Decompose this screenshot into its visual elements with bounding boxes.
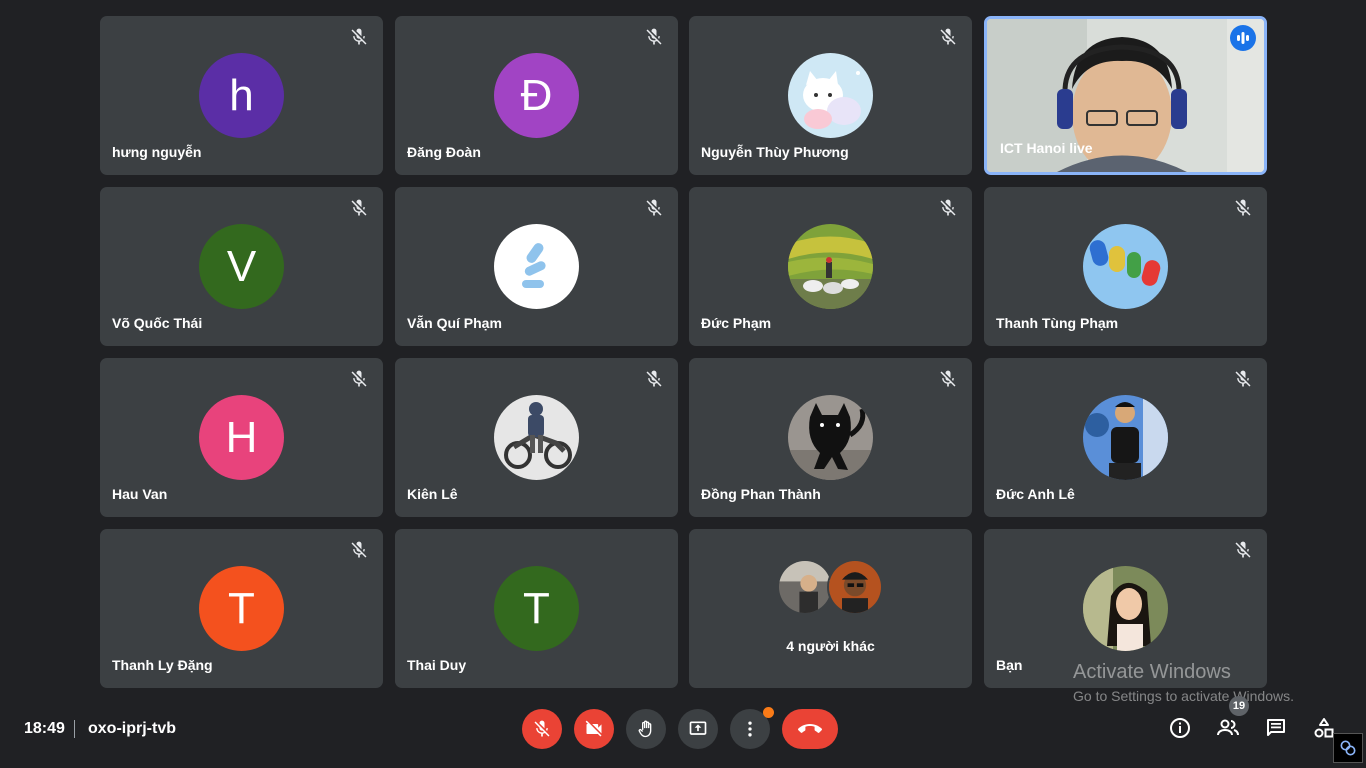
avatar [788,53,873,138]
meeting-toolbar: 18:49 oxo-iprj-tvb 19 [0,696,1366,768]
participant-name: Thanh Ly Đặng [112,657,213,673]
mic-off-icon [644,27,664,47]
avatar [494,224,579,309]
participant-tile[interactable]: Đức Anh Lê [984,358,1267,517]
participant-tile[interactable]: h hưng nguyễn [100,16,383,175]
participant-tile[interactable]: V Võ Quốc Thái [100,187,383,346]
participant-name: Đồng Phan Thành [701,486,821,502]
participant-name: Vẵn Quí Phạm [407,315,502,331]
present-screen-button[interactable] [678,709,718,749]
participant-name: Kiên Lê [407,486,458,502]
participant-name: Đức Phạm [701,315,772,331]
participant-tile[interactable]: H Hau Van [100,358,383,517]
call-end-icon [798,724,822,733]
avatar: T [494,566,579,651]
hand-icon [638,720,652,738]
camera-off-icon [585,720,602,737]
avatar [1083,566,1168,651]
people-icon [1217,719,1239,736]
mic-off-icon [349,540,369,560]
participant-tile[interactable]: Đồng Phan Thành [689,358,972,517]
clock: 18:49 [24,720,65,737]
mic-off-icon [644,369,664,389]
avatar [1083,224,1168,309]
participant-name: Thai Duy [407,657,467,673]
mic-toggle-button[interactable] [522,709,562,749]
taskbar-app-icon[interactable] [1333,733,1363,763]
participant-tile[interactable]: Vẵn Quí Phạm [395,187,678,346]
others-count-label: 4 người khác [786,638,875,654]
meeting-code: oxo-iprj-tvb [88,720,176,737]
notification-dot [763,707,774,718]
mic-off-icon [1233,369,1253,389]
watermark-title: Activate Windows [1073,661,1231,683]
avatar [827,559,883,615]
participant-name: Đăng Đoàn [407,144,481,160]
mic-off-icon [1233,540,1253,560]
participant-name: Nguyễn Thùy Phương [701,144,849,160]
participant-name: Hau Van [112,486,168,502]
participant-tile[interactable]: Nguyễn Thùy Phương [689,16,972,175]
participant-name: Thanh Tùng Phạm [996,315,1119,331]
info-icon [1170,718,1190,738]
mic-off-icon [938,27,958,47]
avatar: H [199,395,284,480]
participant-name: Đức Anh Lê [996,486,1075,502]
mic-off-icon [938,369,958,389]
avatar: h [199,53,284,138]
participant-tile[interactable]: Đ Đăng Đoàn [395,16,678,175]
participant-name: ICT Hanoi live [1000,140,1093,156]
mic-off-icon [1233,198,1253,218]
avatar [1083,395,1168,480]
more-options-button[interactable] [730,707,774,749]
present-icon [689,721,707,735]
avatar [494,395,579,480]
avatar [777,559,833,615]
participant-name: Bạn [996,657,1023,673]
participant-tile[interactable]: T Thanh Ly Đặng [100,529,383,688]
people-button[interactable] [1214,714,1242,742]
avatar [788,395,873,480]
meeting-details-button[interactable] [1166,714,1194,742]
mic-off-icon [644,198,664,218]
others-avatars [777,559,887,617]
avatar: T [199,566,284,651]
participant-tile[interactable]: Thanh Tùng Phạm [984,187,1267,346]
avatar: Đ [494,53,579,138]
mic-off-icon [349,198,369,218]
avatar [788,224,873,309]
participant-tile[interactable]: T Thai Duy [395,529,678,688]
participant-name: Võ Quốc Thái [112,315,203,331]
chat-button[interactable] [1262,714,1290,742]
camera-toggle-button[interactable] [574,709,614,749]
mic-off-icon [534,720,550,737]
participant-tile[interactable]: Đức Phạm [689,187,972,346]
more-vert-icon [748,721,752,737]
leave-call-button[interactable] [782,709,838,749]
others-tile[interactable]: 4 người khác [689,529,972,688]
avatar: V [199,224,284,309]
divider [74,720,75,738]
participant-name: hưng nguyễn [112,144,202,160]
speaking-indicator-icon [1230,25,1256,51]
people-count-badge: 19 [1229,696,1249,716]
participant-tile[interactable]: Kiên Lê [395,358,678,517]
link-icon [1340,740,1356,756]
mic-off-icon [938,198,958,218]
participant-tile-speaking[interactable]: ICT Hanoi live [984,16,1267,175]
chat-icon [1267,719,1285,736]
raise-hand-button[interactable] [626,709,666,749]
mic-off-icon [349,369,369,389]
mic-off-icon [349,27,369,47]
